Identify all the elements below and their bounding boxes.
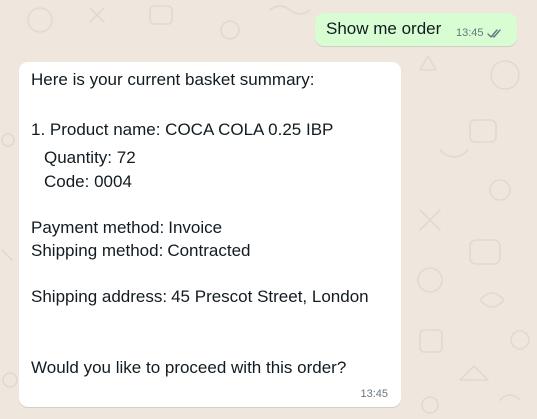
shipping-address-value: 45 Prescot Street, London — [171, 287, 369, 306]
proceed-question: Would you like to proceed with this orde… — [31, 358, 347, 377]
shipping-method-label: Shipping method: — [31, 241, 164, 260]
payment-method-line: Payment method: Invoice — [31, 218, 222, 238]
payment-method-value: Invoice — [168, 218, 223, 237]
outgoing-message-meta: 13:45 — [456, 27, 503, 40]
double-check-icon — [486, 28, 503, 39]
product-name-line: 1. Product name: COCA COLA 0.25 IBP — [31, 120, 334, 139]
basket-summary-intro: Here is your current basket summary: — [31, 70, 315, 89]
payment-method-label: Payment method: — [31, 218, 165, 237]
incoming-message-bubble[interactable]: Here is your current basket summary: 1. … — [19, 62, 401, 407]
outgoing-message-bubble[interactable]: Show me order 13:45 — [315, 13, 517, 46]
incoming-message-time: 13:45 — [360, 388, 388, 400]
code-line: Code: 0004 — [44, 172, 132, 191]
outgoing-message-time: 13:45 — [456, 27, 484, 39]
shipping-address-line: Shipping address: 45 Prescot Street, Lond… — [31, 287, 369, 307]
shipping-address-label: Shipping address: — [31, 287, 168, 306]
shipping-method-line: Shipping method: Contracted — [31, 241, 251, 261]
quantity-line: Quantity: 72 — [44, 148, 136, 167]
shipping-method-value: Contracted — [167, 241, 251, 260]
outgoing-message-text: Show me order — [326, 19, 442, 38]
